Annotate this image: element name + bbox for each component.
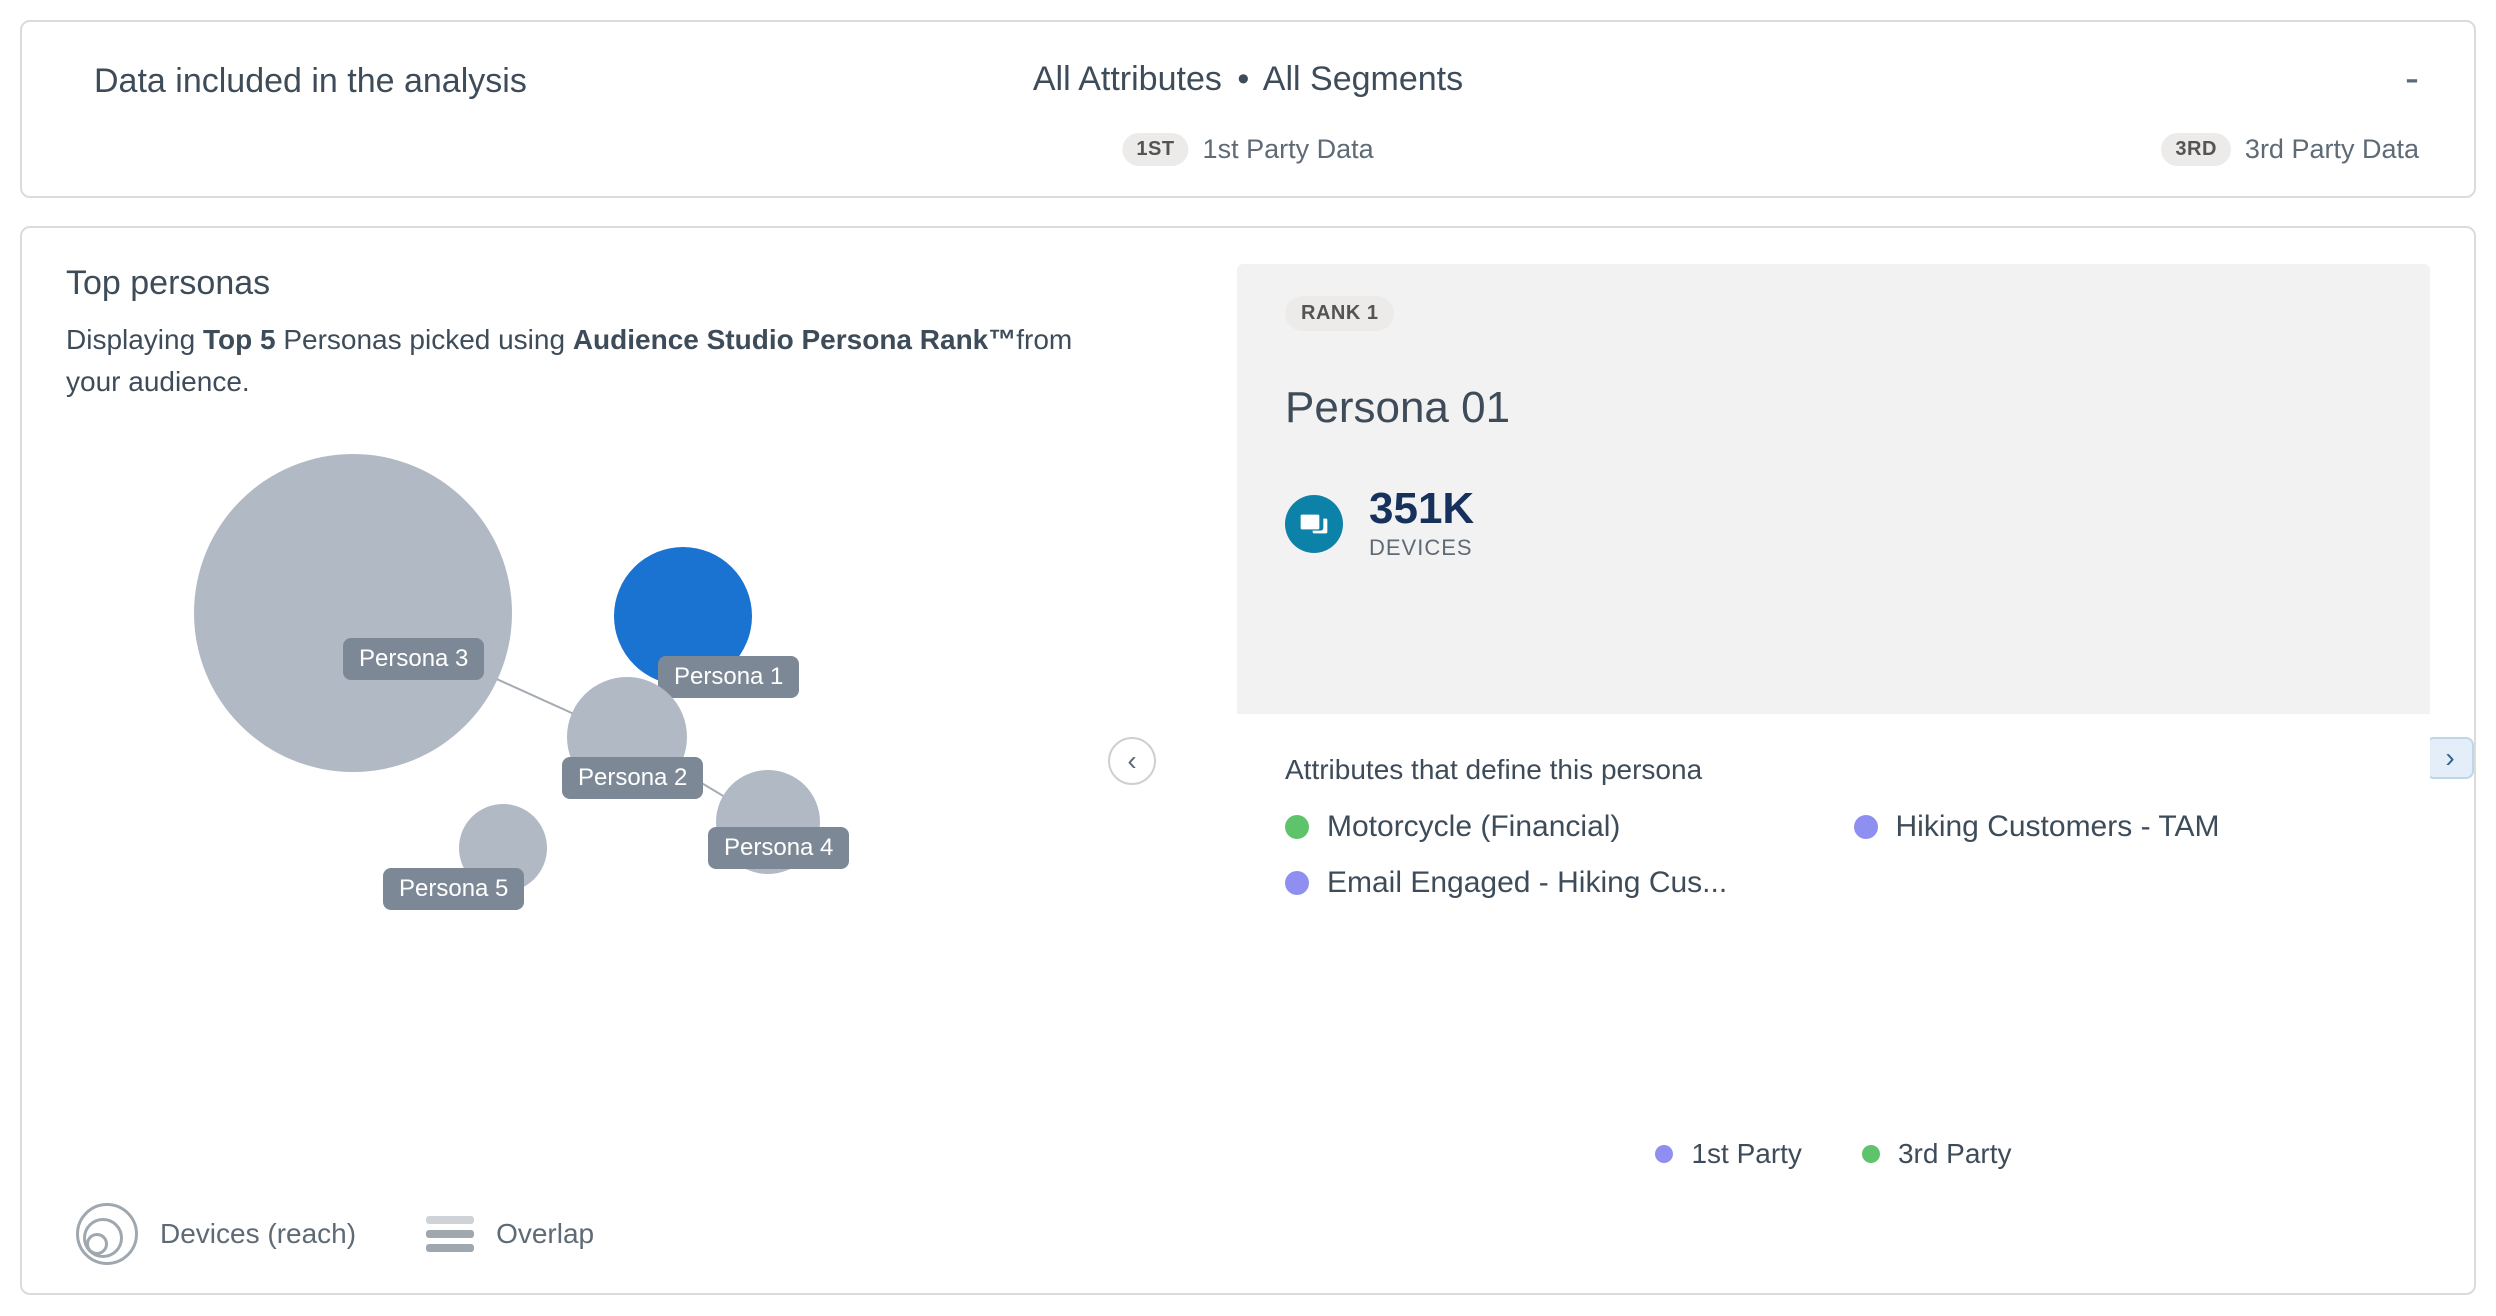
- overlap-bars-icon: [426, 1216, 474, 1252]
- attributes-list: Motorcycle (Financial) Hiking Customers -…: [1285, 810, 2382, 900]
- attribute-item[interactable]: Hiking Customers - TAM: [1854, 810, 2383, 844]
- persona-bubble-label: Persona 3: [343, 638, 484, 680]
- legend-overlap: Overlap: [426, 1216, 594, 1252]
- devices-count: 351K: [1369, 487, 1474, 531]
- chevron-left-icon: ‹: [1127, 745, 1136, 777]
- first-party-dot-icon: [1655, 1145, 1673, 1163]
- persona-prev-button[interactable]: ‹: [1108, 737, 1156, 785]
- top-personas-subtitle: Displaying Top 5 Personas picked using A…: [66, 319, 1106, 403]
- persona-bubble-chart[interactable]: Persona 3 Persona 1 Persona 2Persona 4 Pers…: [66, 433, 1086, 1013]
- attribute-label: Motorcycle (Financial): [1327, 810, 1620, 844]
- devices-label: DEVICES: [1369, 535, 1474, 561]
- persona-bubble-label: Persona 2: [562, 757, 703, 799]
- first-party-badge: 1ST: [1122, 133, 1188, 166]
- scope-attributes: All Attributes: [1033, 60, 1222, 98]
- third-party-badge: 3RD: [2161, 133, 2231, 166]
- first-party-label: 1st Party Data: [1203, 134, 1374, 165]
- analysis-scope: All Attributes • All Segments: [1033, 60, 1463, 99]
- persona-bubble-label: Persona 5: [383, 868, 524, 910]
- persona-bubble-label: Persona 1: [658, 656, 799, 698]
- third-party-dot-icon: [1862, 1145, 1880, 1163]
- chevron-right-icon: ›: [2445, 742, 2454, 774]
- bubble-chart-legend: Devices (reach) Overlap: [66, 1203, 2430, 1265]
- persona-bubble[interactable]: [194, 454, 512, 772]
- devices-icon: [1285, 495, 1343, 553]
- third-party-filter[interactable]: 3RD 3rd Party Data: [2161, 133, 2419, 166]
- top-personas-card: Top personas Displaying Top 5 Personas p…: [20, 226, 2476, 1295]
- bullet-separator: •: [1237, 60, 1249, 98]
- first-party-filter[interactable]: 1ST 1st Party Data: [1122, 133, 1373, 166]
- party-legend: 1st Party 3rd Party: [1237, 1138, 2430, 1170]
- collapse-toggle[interactable]: -: [2405, 68, 2419, 88]
- persona-rank-badge: RANK 1: [1285, 296, 1394, 331]
- legend-first-party: 1st Party: [1655, 1138, 1801, 1170]
- legend-third-party: 3rd Party: [1862, 1138, 2012, 1170]
- attribute-party-dot-icon: [1285, 871, 1309, 895]
- persona-detail-panel: RANK 1 Persona 01 351K DEVICES Attribute…: [1237, 264, 2430, 1204]
- attribute-label: Email Engaged - Hiking Cus...: [1327, 866, 1727, 900]
- analysis-title: Data included in the analysis: [94, 62, 527, 101]
- scope-segments: All Segments: [1263, 60, 1463, 98]
- persona-next-button[interactable]: ›: [2426, 737, 2474, 779]
- attribute-party-dot-icon: [1285, 815, 1309, 839]
- persona-name: Persona 01: [1285, 383, 2382, 433]
- analysis-filter-card: Data included in the analysis All Attrib…: [20, 20, 2476, 198]
- attribute-item[interactable]: Email Engaged - Hiking Cus...: [1285, 866, 1814, 900]
- attribute-item[interactable]: Motorcycle (Financial): [1285, 810, 1814, 844]
- third-party-label: 3rd Party Data: [2245, 134, 2419, 165]
- attribute-label: Hiking Customers - TAM: [1896, 810, 2220, 844]
- legend-devices-reach: Devices (reach): [76, 1203, 356, 1265]
- persona-bubble-label: Persona 4: [708, 827, 849, 869]
- concentric-circles-icon: [76, 1203, 138, 1265]
- attribute-party-dot-icon: [1854, 815, 1878, 839]
- attributes-title: Attributes that define this persona: [1285, 754, 2382, 786]
